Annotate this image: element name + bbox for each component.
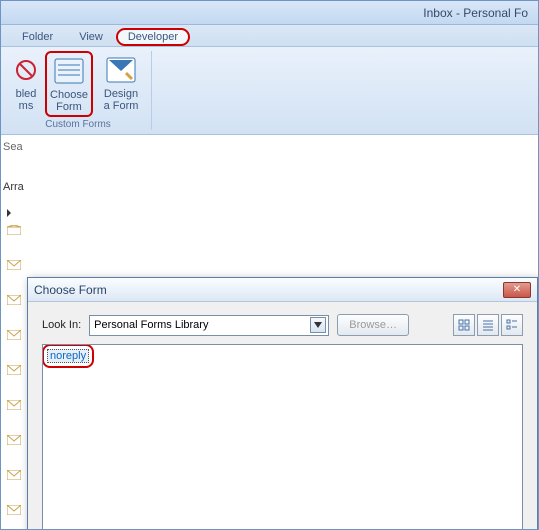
mail-icon: [7, 295, 21, 305]
view-details-button[interactable]: [501, 314, 523, 336]
large-icons-icon: [458, 319, 470, 331]
mail-icon: [7, 505, 21, 515]
design-form-button[interactable]: Design a Form: [97, 51, 145, 117]
look-in-row: Look In: Personal Forms Library Browse…: [42, 314, 523, 336]
mail-icon: [7, 330, 21, 340]
close-button[interactable]: ✕: [503, 282, 531, 298]
view-large-icons-button[interactable]: [453, 314, 475, 336]
ribbon-group-label: Custom Forms: [45, 117, 111, 130]
look-in-label: Look In:: [42, 319, 81, 331]
ribbon-group-custom-forms: bled ms Choose Form Design a Form Custom…: [5, 51, 152, 130]
chevron-down-icon: [310, 317, 326, 333]
ribbon-tabs: Folder View Developer: [1, 25, 538, 47]
list-item[interactable]: noreply: [47, 349, 89, 363]
tab-view[interactable]: View: [66, 27, 116, 46]
mail-icon: [7, 400, 21, 410]
browse-button: Browse…: [337, 314, 409, 336]
mail-open-icon: [7, 225, 21, 235]
close-icon: ✕: [513, 285, 521, 295]
dialog-body: Look In: Personal Forms Library Browse…: [28, 302, 537, 530]
app-content: Sea Arra Choose Form ✕: [1, 135, 538, 529]
window-title: Inbox - Personal Fo: [423, 6, 528, 20]
expand-triangle-icon[interactable]: [7, 209, 11, 217]
tab-developer[interactable]: Developer: [116, 28, 190, 46]
no-entry-icon: [10, 54, 42, 86]
ribbon: bled ms Choose Form Design a Form Custom…: [1, 47, 538, 135]
mail-icon: [7, 435, 21, 445]
dialog-title: Choose Form: [34, 283, 107, 297]
ribbon-button-disabled-partial: bled ms: [11, 51, 41, 117]
design-icon: [105, 54, 137, 86]
search-cut-label: Sea: [3, 141, 23, 153]
app-window: Inbox - Personal Fo Folder View Develope…: [0, 0, 539, 530]
mail-icon: [7, 260, 21, 270]
form-icon: [53, 55, 85, 87]
mail-icon-column: [7, 225, 23, 530]
choose-form-button[interactable]: Choose Form: [45, 51, 93, 117]
title-bar: Inbox - Personal Fo: [1, 1, 538, 25]
view-mode-buttons: [453, 314, 523, 336]
arrange-cut-label: Arra: [3, 181, 24, 193]
details-icon: [506, 319, 518, 331]
choose-form-dialog: Choose Form ✕ Look In: Personal Forms Li…: [27, 277, 538, 530]
look-in-value: Personal Forms Library: [94, 319, 208, 331]
mail-icon: [7, 470, 21, 480]
look-in-combo[interactable]: Personal Forms Library: [89, 315, 329, 336]
mail-icon: [7, 365, 21, 375]
list-icon: [482, 319, 494, 331]
forms-listbox[interactable]: noreply: [42, 344, 523, 530]
tab-folder[interactable]: Folder: [9, 27, 66, 46]
dialog-titlebar[interactable]: Choose Form ✕: [28, 278, 537, 302]
view-list-button[interactable]: [477, 314, 499, 336]
